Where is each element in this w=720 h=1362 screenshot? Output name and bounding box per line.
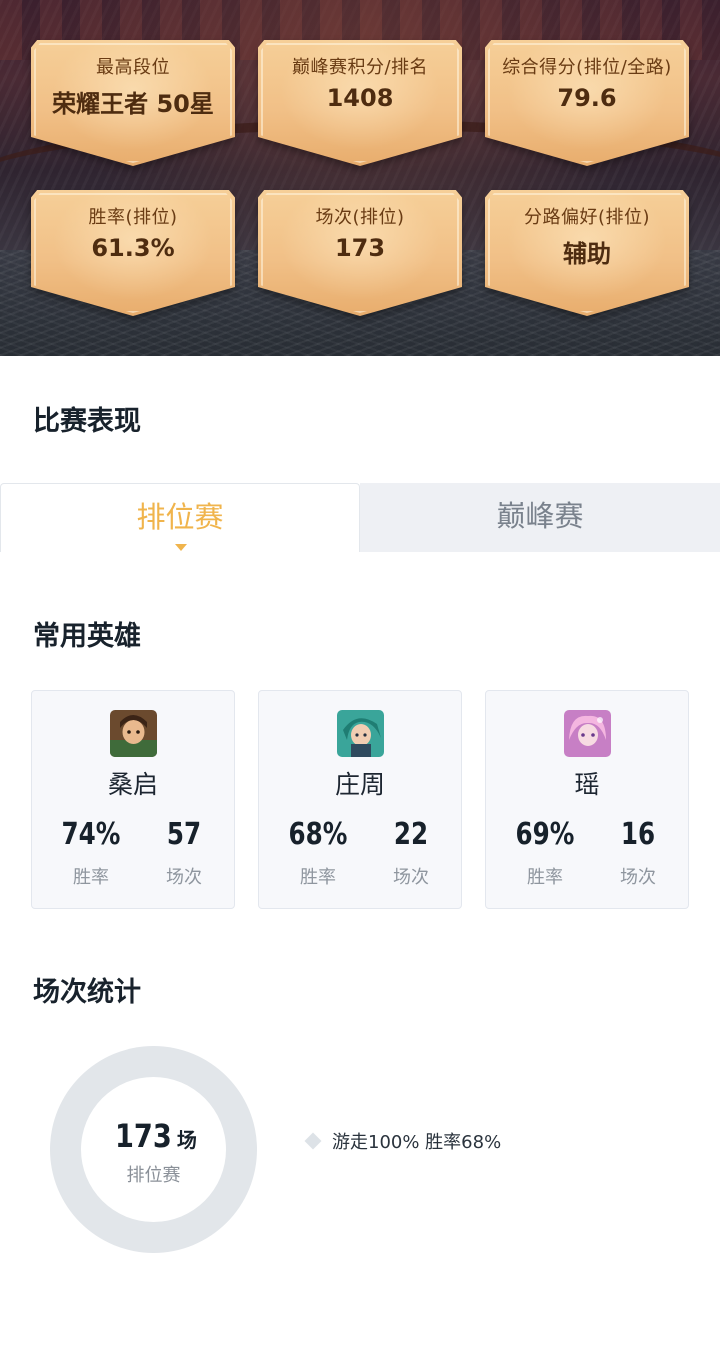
hero-winrate: 68% [288,817,348,852]
stats-section-title: 场次统计 [33,977,141,1008]
games-label: 场次 [166,867,202,888]
winrate-label: 胜率 [73,867,109,888]
card-value: 173 [334,234,386,262]
hero-games: 57 [166,817,202,852]
overall-score-card: 综合得分(排位/全路) 79.6 [485,40,689,166]
card-value: 61.3% [91,234,175,262]
total-games-number: 173 [115,1117,172,1155]
games-count-card: 场次(排位) 173 [258,190,462,316]
highest-rank-card: 最高段位 荣耀王者 50星 [31,40,235,166]
card-label: 场次(排位) [315,207,405,228]
card-value: 荣耀王者 50星 [52,90,214,118]
peak-score-card: 巅峰赛积分/排名 1408 [258,40,462,166]
winrate-card: 胜率(排位) 61.3% [31,190,235,316]
tab-label: 巅峰赛 [496,499,584,533]
hero-games: 16 [620,817,656,852]
hero-card[interactable]: 瑶 69% 16 胜率 场次 [485,690,689,909]
total-games: 173 场 [81,1117,226,1155]
hero-winrate: 74% [61,817,121,852]
games-label: 场次 [393,867,429,888]
card-label: 分路偏好(排位) [523,207,651,228]
card-label: 巅峰赛积分/排名 [291,57,429,78]
games-donut-chart: 173 场 排位赛 [50,1046,257,1253]
total-games-unit: 场 [176,1128,197,1152]
hero-card[interactable]: 庄周 68% 22 胜率 场次 [258,690,462,909]
performance-section-title: 比赛表现 [33,406,141,437]
tab-peak[interactable]: 巅峰赛 [360,483,720,552]
card-label: 综合得分(排位/全路) [502,57,672,78]
winrate-label: 胜率 [300,867,336,888]
hero-avatar [337,710,384,757]
hero-card[interactable]: 桑启 74% 57 胜率 场次 [31,690,235,909]
tab-ranked[interactable]: 排位赛 [0,483,360,552]
donut-legend-item: 游走100% 胜率68% [304,1128,501,1154]
card-label: 胜率(排位) [88,207,178,228]
hero-name: 桑启 [107,770,158,799]
hero-name: 庄周 [334,770,385,799]
hero-avatar [564,710,611,757]
winrate-label: 胜率 [527,867,563,888]
profile-banner: 最高段位 荣耀王者 50星 巅峰赛积分/排名 1408 综合得分(排位/全路) … [0,0,720,356]
legend-text: 游走100% 胜率68% [332,1132,502,1153]
hero-name: 瑶 [574,770,600,799]
card-label: 最高段位 [96,57,170,78]
active-tab-caret-icon [175,544,187,551]
donut-sub-label: 排位赛 [126,1165,181,1186]
games-label: 场次 [620,867,656,888]
card-value: 79.6 [557,84,617,112]
hero-avatar [110,710,157,757]
hero-games: 22 [393,817,429,852]
card-value: 1408 [326,84,394,112]
donut-center: 173 场 排位赛 [81,1077,226,1222]
match-type-tabs: 排位赛 巅峰赛 [0,483,720,552]
tab-label: 排位赛 [136,500,224,534]
hero-winrate: 69% [515,817,575,852]
card-value: 辅助 [563,240,611,268]
heroes-section-title: 常用英雄 [33,621,141,652]
diamond-icon [304,1132,322,1150]
lane-preference-card: 分路偏好(排位) 辅助 [485,190,689,316]
